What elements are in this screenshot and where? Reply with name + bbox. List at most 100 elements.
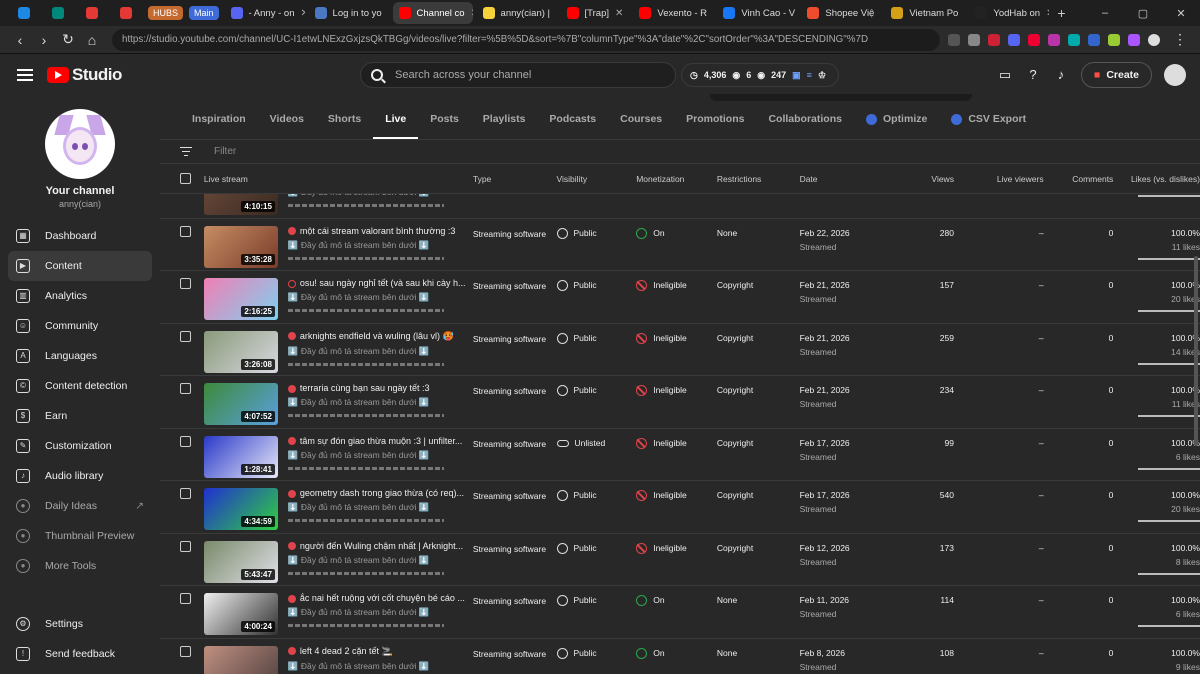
row-checkbox[interactable] bbox=[180, 330, 191, 342]
account-avatar[interactable] bbox=[1164, 64, 1186, 86]
table-row[interactable]: 4:00:24 ắc nai hết ruộng với cốt chuyện b… bbox=[160, 586, 1200, 639]
visibility-cell[interactable]: Public bbox=[556, 278, 637, 292]
restrictions-cell[interactable]: Copyright bbox=[717, 383, 800, 395]
header-likes[interactable]: Likes (vs. dislikes) bbox=[1113, 174, 1200, 184]
table-row[interactable]: 4:34:59 geometry dash trong giao thừa (có… bbox=[160, 481, 1200, 534]
tab-videos[interactable]: Videos bbox=[258, 113, 316, 139]
select-all-checkbox[interactable] bbox=[180, 173, 191, 184]
sidebar-item-dashboard[interactable]: ▦ Dashboard bbox=[0, 221, 160, 251]
table-row[interactable]: left 4 dead 2 cặn tết 🚬 ⬇️ Đầy đủ mô tả s… bbox=[160, 639, 1200, 674]
browser-tab[interactable]: anny(cian) | ✕ bbox=[477, 2, 557, 24]
video-title[interactable]: arknights endfield và wuling (lâu vl) 🥵 bbox=[287, 331, 468, 342]
restrictions-cell[interactable]: Copyright bbox=[717, 436, 800, 448]
restrictions-cell[interactable]: None bbox=[717, 226, 800, 238]
channel-avatar[interactable] bbox=[45, 109, 115, 179]
close-tab-icon[interactable]: ✕ bbox=[1046, 8, 1049, 19]
visibility-cell[interactable]: Public bbox=[556, 331, 637, 344]
video-thumbnail[interactable]: 4:34:59 bbox=[203, 488, 278, 530]
close-tab-icon[interactable]: ✕ bbox=[880, 8, 881, 19]
tab-collaborations[interactable]: Collaborations bbox=[756, 113, 854, 139]
comments-cell[interactable]: 0 bbox=[1044, 593, 1114, 605]
sidebar-item-content[interactable]: ▶ Content bbox=[8, 251, 152, 281]
comments-cell[interactable]: 0 bbox=[1044, 488, 1114, 500]
video-title[interactable]: geometry dash trong giao thừa (có req)..… bbox=[287, 488, 468, 498]
filter-bar[interactable]: Filter bbox=[160, 140, 1200, 164]
extension-icon[interactable] bbox=[1028, 33, 1040, 46]
sidebar-item-community[interactable]: ☺ Community bbox=[0, 311, 160, 341]
video-title[interactable]: ắc nai hết ruộng với cốt chuyện bé cáo .… bbox=[287, 593, 468, 603]
visibility-cell[interactable]: Unlisted bbox=[556, 436, 637, 448]
screenshot-icon[interactable] bbox=[948, 33, 960, 46]
browser-tab[interactable]: [Trap] ✕ bbox=[561, 2, 630, 24]
monetization-cell[interactable]: Ineligible bbox=[636, 541, 717, 554]
comments-cell[interactable]: 0 bbox=[1044, 646, 1114, 658]
studio-logo[interactable]: Studio bbox=[47, 65, 122, 85]
header-live-viewers[interactable]: Live viewers bbox=[954, 174, 1044, 184]
sidebar-item-analytics[interactable]: ▥ Analytics bbox=[0, 281, 160, 311]
tab-inspiration[interactable]: Inspiration bbox=[180, 113, 258, 139]
browser-tab[interactable] bbox=[46, 2, 76, 24]
sidebar-item-daily-ideas[interactable]: ● Daily Ideas ↗ bbox=[0, 491, 160, 521]
extension-icon[interactable] bbox=[1108, 33, 1120, 46]
browser-tab[interactable]: Vinh Cao - V✕ bbox=[717, 2, 797, 24]
extension-icon[interactable] bbox=[1048, 33, 1060, 46]
comments-cell[interactable]: 0 bbox=[1044, 383, 1114, 395]
filter-input[interactable]: Filter bbox=[214, 146, 236, 157]
visibility-cell[interactable]: Public bbox=[556, 226, 637, 239]
tab-live[interactable]: Live bbox=[373, 113, 419, 139]
row-checkbox[interactable] bbox=[180, 540, 191, 552]
back-icon[interactable]: ‹ bbox=[8, 32, 32, 48]
monetization-cell[interactable]: On bbox=[636, 593, 717, 607]
sidebar-item-customization[interactable]: ✎ Customization bbox=[0, 431, 160, 461]
header-comments[interactable]: Comments bbox=[1044, 174, 1113, 184]
browser-tab[interactable]: Shopee Việ ✕ bbox=[801, 2, 881, 24]
video-thumbnail[interactable]: 3:35:28 bbox=[203, 225, 278, 268]
monetization-cell[interactable]: On bbox=[636, 646, 717, 659]
table-row[interactable]: 3:26:08 arknights endfield và wuling (lâu… bbox=[160, 324, 1200, 376]
video-title[interactable]: tâm sự đón giao thừa muộn :3 | unfilter.… bbox=[287, 436, 468, 446]
maximize-icon[interactable]: ▢ bbox=[1124, 7, 1162, 20]
tab-podcasts[interactable]: Podcasts bbox=[537, 113, 608, 139]
extension-icon[interactable] bbox=[988, 33, 1000, 46]
hamburger-menu-icon[interactable] bbox=[17, 66, 33, 84]
browser-tab[interactable] bbox=[114, 2, 144, 24]
extension-icon[interactable] bbox=[1128, 33, 1140, 46]
new-tab-icon[interactable]: + bbox=[1057, 5, 1065, 21]
row-checkbox[interactable] bbox=[180, 645, 191, 657]
table-row[interactable]: 4:10:15 ⬇️ Đầy đủ mô tả stream bên dưới ⬇… bbox=[160, 194, 1200, 219]
video-title[interactable]: người đến Wuling chậm nhất | Arknight... bbox=[287, 541, 468, 551]
restrictions-cell[interactable]: Copyright bbox=[717, 278, 800, 290]
browser-tab[interactable]: - Anny - on ✕ bbox=[225, 2, 305, 24]
video-title[interactable]: left 4 dead 2 cặn tết 🚬 bbox=[287, 646, 468, 657]
notifications-icon[interactable]: ♪ bbox=[1053, 67, 1069, 83]
video-thumbnail[interactable]: 4:00:24 bbox=[203, 593, 278, 635]
close-tab-icon[interactable]: ✕ bbox=[556, 8, 557, 19]
comments-cell[interactable]: 0 bbox=[1044, 541, 1114, 553]
row-checkbox[interactable] bbox=[180, 225, 191, 237]
tab-courses[interactable]: Courses bbox=[608, 113, 674, 139]
browser-tab[interactable] bbox=[12, 2, 42, 24]
video-thumbnail[interactable]: 1:28:41 bbox=[203, 435, 278, 478]
bookmark-icon[interactable] bbox=[968, 33, 980, 46]
extension-icon[interactable] bbox=[1008, 33, 1020, 46]
header-date[interactable]: Date bbox=[800, 174, 890, 184]
table-row[interactable]: 1:28:41 tâm sự đón giao thừa muộn :3 | un… bbox=[160, 429, 1200, 481]
help-icon[interactable]: ? bbox=[1025, 67, 1041, 83]
close-tab-icon[interactable]: ✕ bbox=[615, 8, 623, 19]
monetization-cell[interactable]: Ineligible bbox=[636, 383, 717, 397]
forward-icon[interactable]: › bbox=[32, 32, 56, 48]
row-checkbox[interactable] bbox=[180, 383, 191, 394]
sidebar-item-thumbnail-preview[interactable]: ● Thumbnail Preview bbox=[0, 521, 160, 551]
video-title[interactable]: một cái stream valorant bình thường :3 bbox=[287, 226, 468, 236]
visibility-cell[interactable]: Public bbox=[556, 593, 637, 607]
monetization-cell[interactable]: Ineligible bbox=[636, 331, 717, 344]
reload-icon[interactable]: ↻ bbox=[56, 31, 80, 48]
restrictions-cell[interactable]: Copyright bbox=[717, 488, 800, 500]
video-title[interactable]: osu! sau ngày nghỉ tết (và sau khi cày h… bbox=[287, 278, 468, 288]
sidebar-item-earn[interactable]: $ Earn bbox=[0, 401, 160, 431]
monetization-cell[interactable]: Ineligible bbox=[636, 488, 717, 502]
header-views[interactable]: Views bbox=[889, 174, 954, 184]
table-row[interactable]: 3:35:28 một cái stream valorant bình thườ… bbox=[160, 219, 1200, 271]
visibility-cell[interactable]: Public bbox=[556, 541, 637, 554]
restrictions-cell[interactable]: None bbox=[717, 646, 800, 658]
